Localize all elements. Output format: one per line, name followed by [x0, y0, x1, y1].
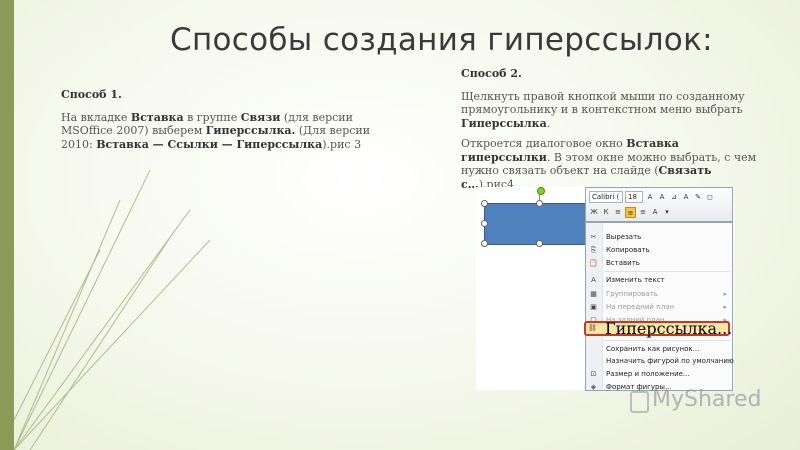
text-run: . [546, 116, 551, 130]
resize-handle[interactable] [536, 240, 543, 247]
rectangle-shape[interactable] [484, 203, 591, 245]
text-run: Вставка [130, 110, 184, 124]
method-1-heading: Способ 1. [61, 88, 122, 101]
save-picture-icon [589, 345, 598, 354]
menu-item-label: Вырезать [606, 233, 642, 241]
hyperlink-icon: ⛓ [588, 324, 597, 332]
menu-item-bring-front[interactable]: ▣ На передний план ▸ [586, 302, 732, 313]
format-shape-icon: ◈ [590, 383, 597, 391]
menu-item-label: На передний план [606, 303, 675, 311]
toolbar-button[interactable]: A [657, 192, 667, 202]
text-run: Гиперссылка [461, 116, 547, 130]
menu-item-size-position[interactable]: ⊡ Размер и положение... [586, 369, 732, 380]
menu-item-label: Назначить фигурой по умолчанию [606, 357, 734, 365]
slide-title: Способы создания гиперссылок: [170, 22, 713, 58]
method-2-text-2: Откроется диалоговое окно Вставка гиперс… [461, 137, 761, 191]
resize-handle[interactable] [536, 200, 543, 207]
default-shape-icon [589, 357, 598, 366]
slide: Способы создания гиперссылок: Способ 1. … [0, 0, 800, 450]
toolbar-button[interactable]: A [681, 192, 691, 202]
menu-separator [604, 340, 730, 341]
toolbar-button[interactable]: A [650, 207, 660, 217]
resize-handle[interactable] [481, 240, 488, 247]
toolbar-button[interactable]: ≡ [638, 207, 648, 217]
toolbar-button[interactable]: К [601, 207, 611, 217]
font-size-box[interactable]: 18 [625, 191, 643, 203]
toolbar-button[interactable]: Ж [589, 207, 599, 217]
submenu-arrow-icon: ▸ [723, 290, 727, 298]
resize-handle[interactable] [481, 200, 488, 207]
method-2-heading: Способ 2. [461, 67, 522, 80]
watermark-logo-icon [630, 391, 649, 413]
menu-item-label: Сохранить как рисунок... [606, 345, 700, 353]
menu-separator [604, 271, 730, 272]
text-run: Щелкнуть правой кнопкой мыши по созданно… [461, 89, 745, 117]
menu-item-group[interactable]: ▦ Группировать ▸ [586, 289, 732, 300]
method-2-text-1: Щелкнуть правой кнопкой мыши по созданно… [461, 90, 761, 131]
mini-toolbar: Calibri ( 18 A A ⊿ A ✎ ◻ Ж К ≡ ≡ ≡ A ▾ [585, 187, 733, 222]
text-run: ).рис 3 [322, 137, 362, 151]
resize-handle[interactable] [481, 220, 488, 227]
menu-item-copy[interactable]: ⎘ Копировать [586, 245, 732, 256]
method-2-block: Способ 2. Щелкнуть правой кнопкой мыши п… [461, 67, 761, 198]
toolbar-button[interactable]: ▾ [662, 207, 672, 217]
submenu-arrow-icon: ▸ [723, 303, 727, 311]
menu-item-label: Размер и положение... [606, 370, 690, 378]
toolbar-button[interactable]: ✎ [693, 192, 703, 202]
menu-item-label: Копировать [606, 246, 650, 254]
scissors-icon: ✂ [590, 233, 597, 241]
text-run: Откроется диалоговое окно [461, 137, 627, 150]
menu-item-label: Изменить текст [606, 276, 665, 284]
decorative-lines [13, 169, 211, 450]
paste-icon: 📋 [589, 259, 598, 267]
text-run: Связи [240, 110, 281, 124]
text-run: Гиперссылка. [205, 124, 296, 137]
copy-icon: ⎘ [590, 246, 597, 254]
toolbar-button[interactable]: A [645, 192, 655, 202]
menu-item-save-picture[interactable]: Сохранить как рисунок... [586, 344, 732, 355]
method-1-text: На вкладке Вставка в группе Связи (для в… [61, 111, 401, 152]
toolbar-button[interactable]: ◻ [705, 192, 715, 202]
menu-item-scissors[interactable]: ✂ Вырезать [586, 232, 732, 243]
menu-item-paste[interactable]: 📋 Вставить [586, 258, 732, 269]
text-run: в группе [183, 110, 241, 124]
size-position-icon: ⊡ [590, 370, 597, 378]
watermark: MyShared [630, 387, 790, 417]
method-1-block: Способ 1. На вкладке Вставка в группе Св… [61, 88, 401, 158]
group-icon: ▦ [590, 290, 597, 298]
text-run: На вкладке [61, 110, 131, 124]
menu-item-default-shape[interactable]: Назначить фигурой по умолчанию [586, 356, 734, 367]
text-run: Вставка — Ссылки — Гиперссылка [96, 137, 323, 151]
context-menu: ✂ Вырезать ⎘ Копировать 📋 Вставить A Изменить т… [585, 222, 734, 391]
menu-item-label: Группировать [606, 290, 658, 298]
menu-item-hyperlink[interactable]: ⛓ Гиперссылка... [585, 321, 732, 337]
menu-item-label: Вставить [606, 259, 640, 267]
rotation-handle[interactable] [537, 187, 545, 195]
menu-item-edit-text[interactable]: A Изменить текст [586, 275, 732, 286]
edit-text-icon: A [591, 276, 596, 284]
font-name-box[interactable]: Calibri ( [589, 191, 623, 203]
toolbar-button[interactable]: ≡ [625, 206, 636, 218]
toolbar-button[interactable]: ≡ [613, 207, 623, 217]
toolbar-button[interactable]: ⊿ [669, 192, 679, 202]
bring-front-icon: ▣ [590, 303, 597, 311]
